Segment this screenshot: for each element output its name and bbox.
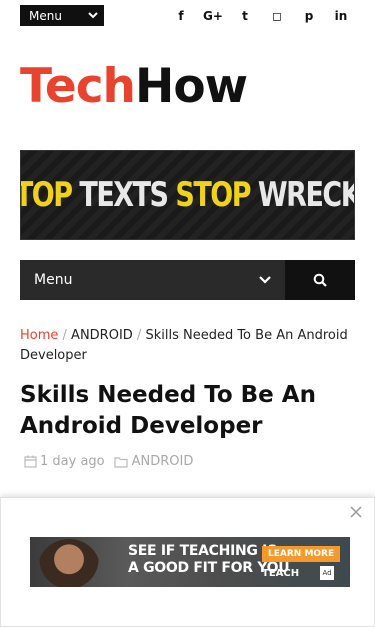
ad-brand: TEACH xyxy=(262,568,300,579)
breadcrumb: Home / ANDROID / Skills Needed To Be An … xyxy=(20,326,360,366)
banner-word-stop-2: STOP xyxy=(175,175,258,215)
ad-banner-text: STOP TEXTS STOP WRECKS xyxy=(21,175,354,215)
post-date: 1 day ago xyxy=(40,454,105,469)
google-plus-icon[interactable]: G+ xyxy=(197,9,229,23)
sticky-ad: SEE IF TEACHING IS A GOOD FIT FOR YOU LE… xyxy=(0,497,375,627)
ad-badge: Ad xyxy=(320,566,334,580)
post-category-label: ANDROID xyxy=(131,454,194,469)
ad-image[interactable]: SEE IF TEACHING IS A GOOD FIT FOR YOU LE… xyxy=(30,537,350,587)
top-menu-select[interactable]: Menu xyxy=(20,5,104,26)
calendar-icon xyxy=(24,455,37,468)
ad-person-image xyxy=(38,539,100,587)
pinterest-icon[interactable]: p xyxy=(293,9,325,23)
banner-word-stop-1: STOP xyxy=(21,175,73,215)
banner-word-wrecks: WRECKS xyxy=(257,175,354,215)
post-meta: 1 day ago ANDROID xyxy=(24,454,193,469)
twitter-icon[interactable]: t xyxy=(229,9,261,23)
breadcrumb-category[interactable]: ANDROID xyxy=(71,328,133,343)
chevron-down-icon xyxy=(88,12,98,19)
logo-part-how: How xyxy=(135,59,248,114)
folder-icon xyxy=(114,456,128,468)
facebook-icon[interactable]: f xyxy=(165,9,197,23)
ad-banner[interactable]: STOP TEXTS STOP WRECKS xyxy=(20,150,355,240)
breadcrumb-separator: / xyxy=(58,328,72,343)
ad-cta-button[interactable]: LEARN MORE xyxy=(262,546,341,562)
top-menu-label: Menu xyxy=(29,8,62,23)
search-icon xyxy=(313,273,327,287)
main-nav: Menu xyxy=(20,260,355,300)
close-icon[interactable] xyxy=(348,504,364,520)
search-button[interactable] xyxy=(285,260,355,300)
linkedin-icon[interactable]: in xyxy=(325,9,357,23)
chevron-down-icon[interactable] xyxy=(258,274,272,286)
post-category[interactable]: ANDROID xyxy=(114,454,194,469)
instagram-icon[interactable]: ◻ xyxy=(261,9,293,23)
breadcrumb-home[interactable]: Home xyxy=(20,328,58,343)
logo-part-tech: Tech xyxy=(20,59,136,114)
banner-word-texts: TEXTS xyxy=(79,175,176,215)
site-logo[interactable]: TechHow xyxy=(20,63,248,110)
breadcrumb-separator: / xyxy=(132,328,146,343)
page-title: Skills Needed To Be An Android Developer xyxy=(20,382,316,439)
social-links: f G+ t ◻ p in xyxy=(165,9,357,23)
nav-menu-toggle[interactable]: Menu xyxy=(34,272,72,288)
